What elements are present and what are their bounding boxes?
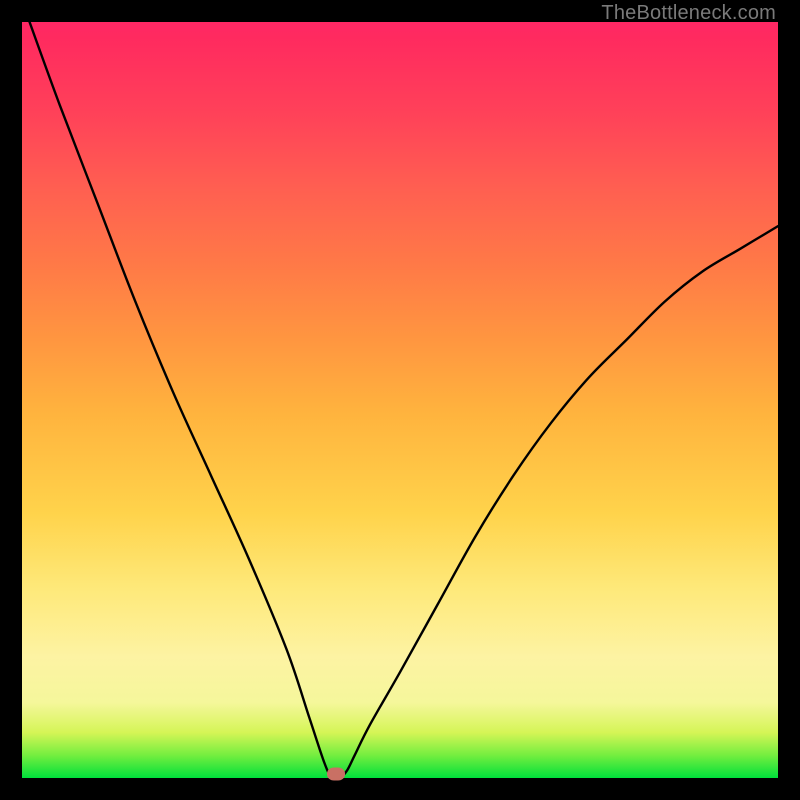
plot-area: [22, 22, 778, 778]
chart-frame: TheBottleneck.com: [0, 0, 800, 800]
optimum-marker: [327, 768, 345, 781]
bottleneck-curve: [22, 22, 778, 778]
